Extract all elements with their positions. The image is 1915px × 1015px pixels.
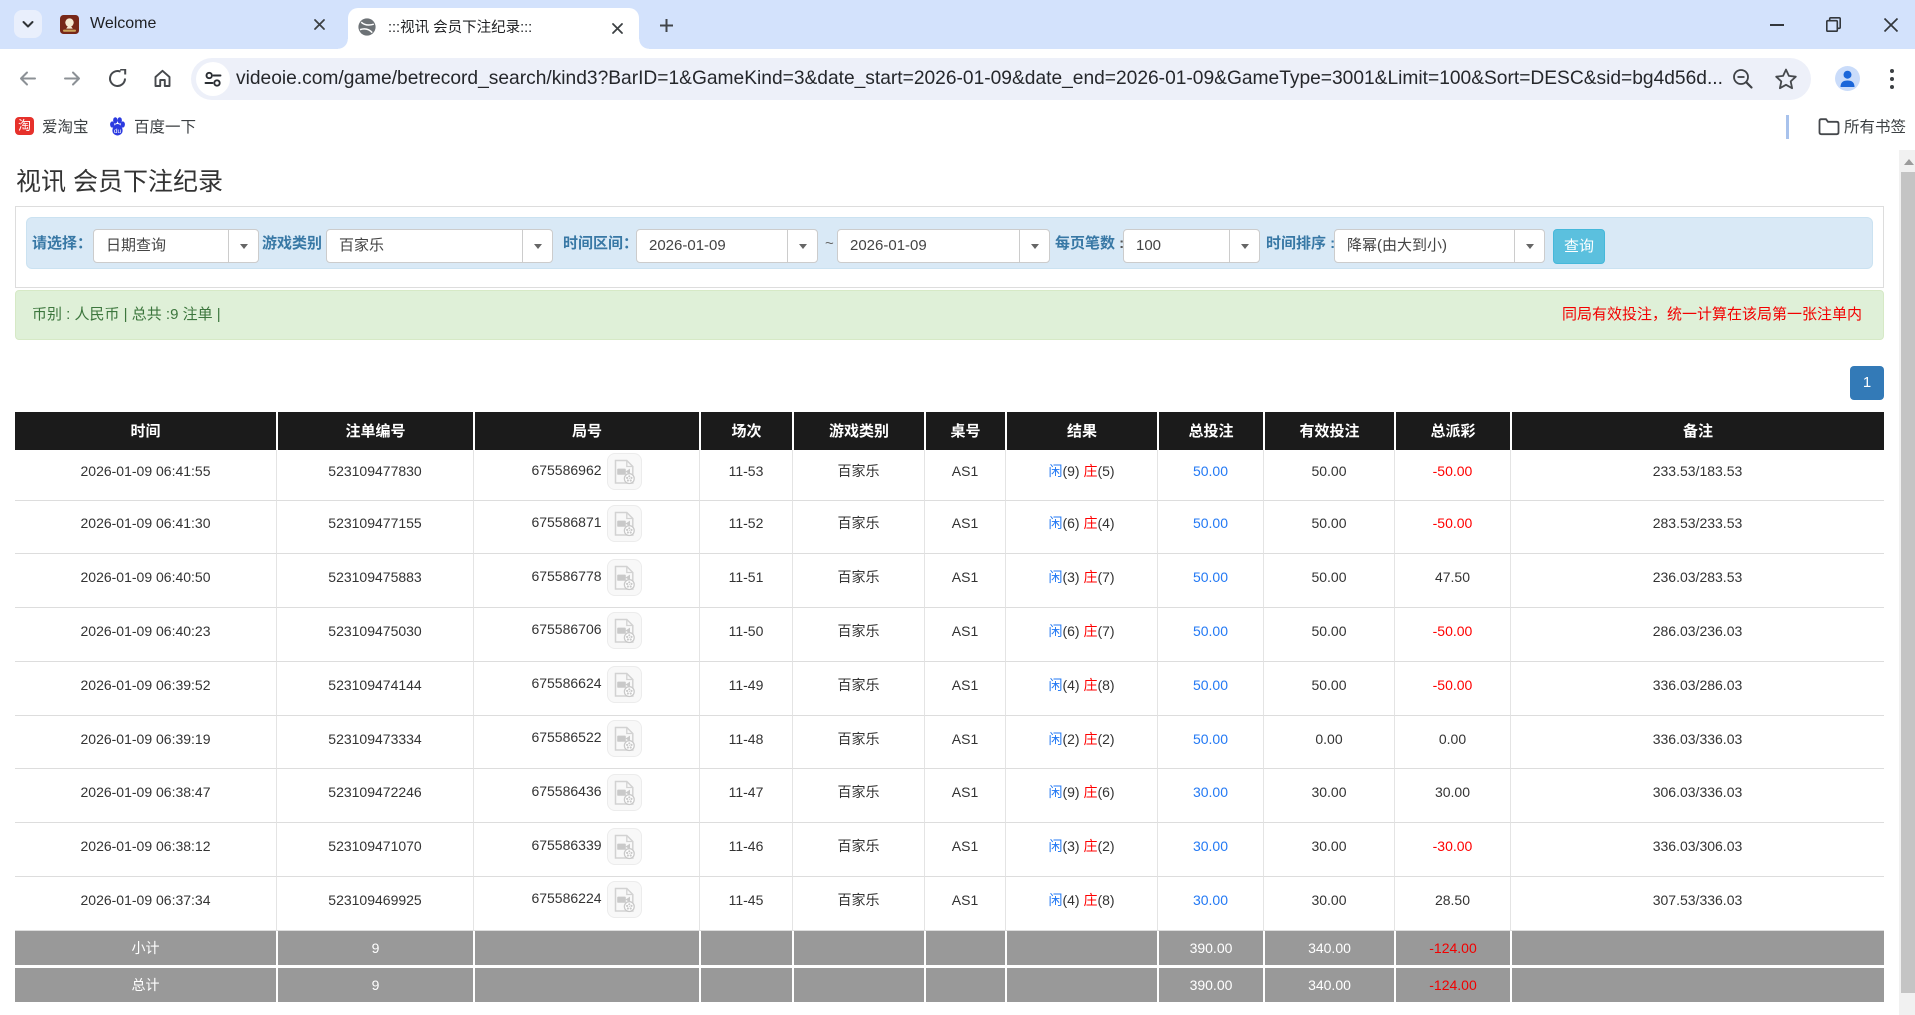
svg-text:du: du [114, 128, 122, 135]
